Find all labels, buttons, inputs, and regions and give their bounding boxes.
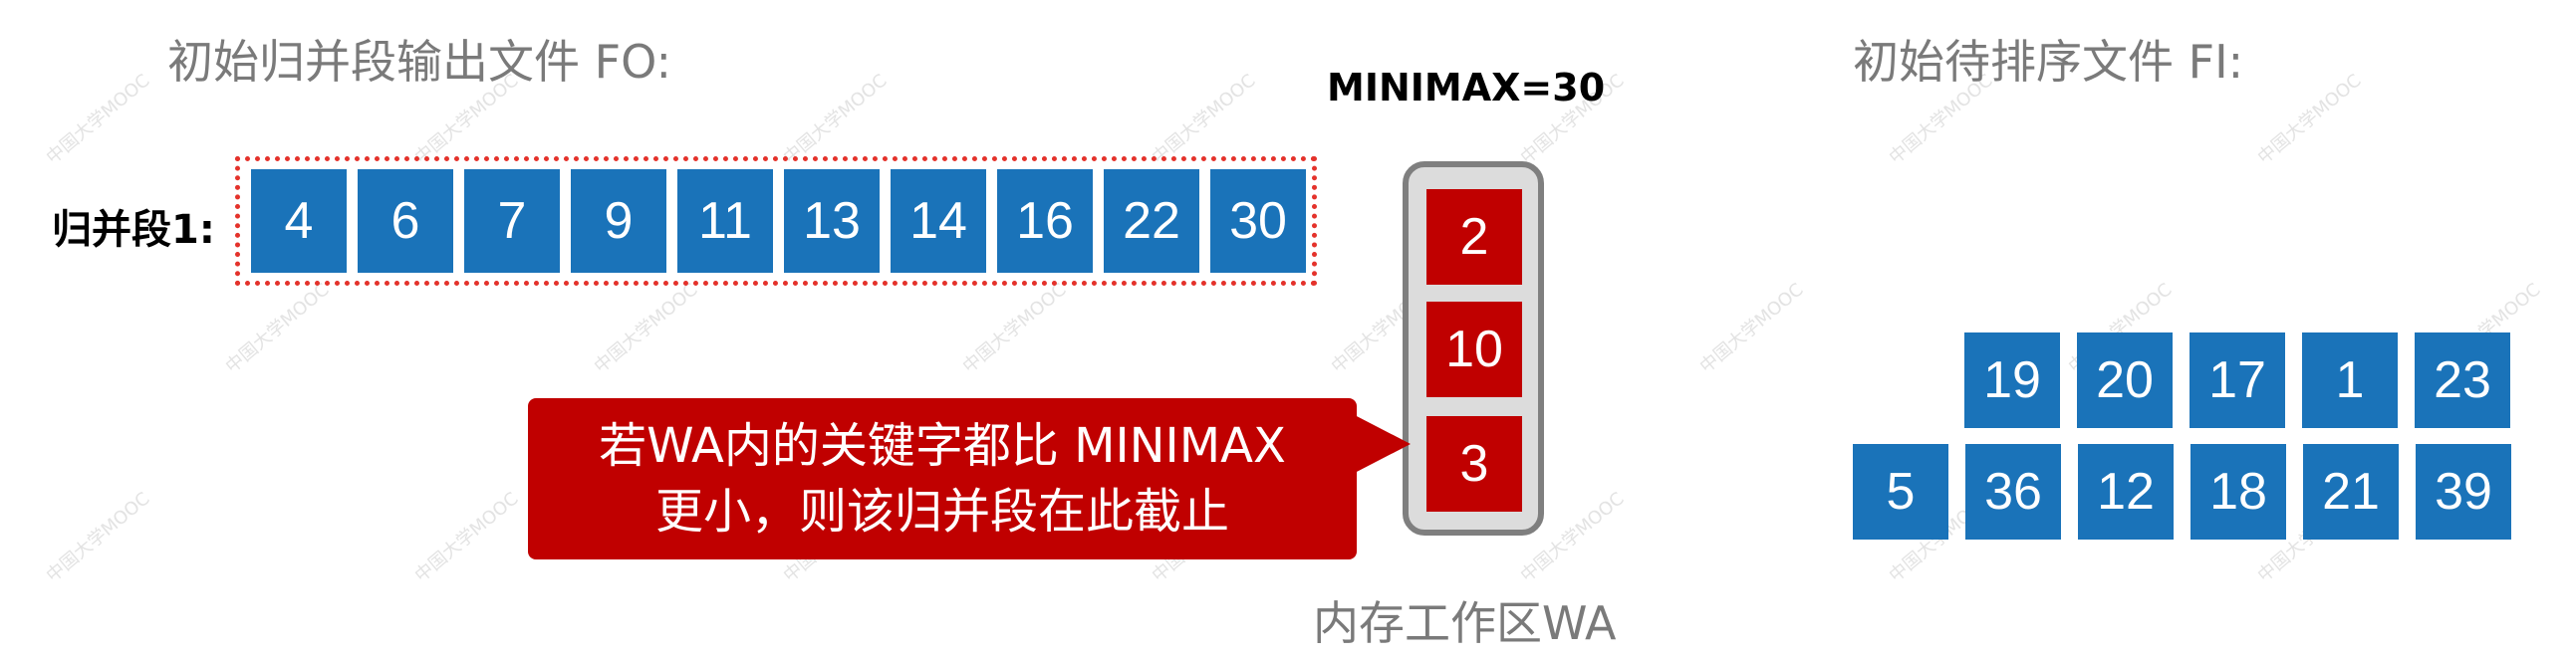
input-cell: 17 [2190, 332, 2285, 428]
watermark-text: 中国大学MOOC [1148, 70, 1260, 169]
segment-row-label: 归并段1: [52, 207, 215, 253]
input-cell: 36 [1965, 444, 2061, 540]
input-cell: 18 [2190, 444, 2286, 540]
segment-cell: 4 [251, 169, 347, 273]
segment-cell: 30 [1210, 169, 1306, 273]
segment-cell: 7 [464, 169, 560, 273]
callout-line-2: 更小，则该归并段在此截止 [654, 484, 1229, 540]
segment-cell: 14 [891, 169, 986, 273]
wa-caption: 内存工作区WA [1313, 596, 1617, 650]
segment-cell: 16 [997, 169, 1093, 273]
segment-cell: 9 [571, 169, 666, 273]
minimax-label: MINIMAX=30 [1327, 66, 1606, 110]
input-cell: 21 [2303, 444, 2399, 540]
watermark-text: 中国大学MOOC [42, 488, 154, 587]
input-cell: 39 [2416, 444, 2511, 540]
segment-cell: 22 [1104, 169, 1199, 273]
input-cell: 23 [2415, 332, 2510, 428]
segment-cell: 6 [358, 169, 453, 273]
callout-line-1: 若WA内的关键字都比 MINIMAX [599, 418, 1286, 474]
callout-pointer [1353, 414, 1411, 474]
watermark-text: 中国大学MOOC [1695, 279, 1808, 378]
watermark-text: 中国大学MOOC [410, 488, 523, 587]
callout-note: 若WA内的关键字都比 MINIMAX 更小，则该归并段在此截止 [528, 398, 1357, 559]
input-cell: 19 [1964, 332, 2060, 428]
watermark-text: 中国大学MOOC [590, 279, 702, 378]
input-cell: 12 [2078, 444, 2174, 540]
wa-cell: 3 [1426, 416, 1522, 512]
input-cell: 1 [2302, 332, 2398, 428]
fo-title: 初始归并段输出文件 FO: [167, 35, 671, 89]
input-cell: 5 [1853, 444, 1948, 540]
watermark-text: 中国大学MOOC [221, 279, 334, 378]
fi-title: 初始待排序文件 FI: [1853, 35, 2244, 89]
watermark-text: 中国大学MOOC [42, 70, 154, 169]
watermark-text: 中国大学MOOC [779, 70, 892, 169]
watermark-text: 中国大学MOOC [958, 279, 1071, 378]
wa-cell: 10 [1426, 302, 1522, 397]
watermark-text: 中国大学MOOC [2253, 70, 2366, 169]
input-cell: 20 [2077, 332, 2173, 428]
wa-cell: 2 [1426, 189, 1522, 285]
segment-cell: 11 [677, 169, 773, 273]
segment-cell: 13 [784, 169, 880, 273]
